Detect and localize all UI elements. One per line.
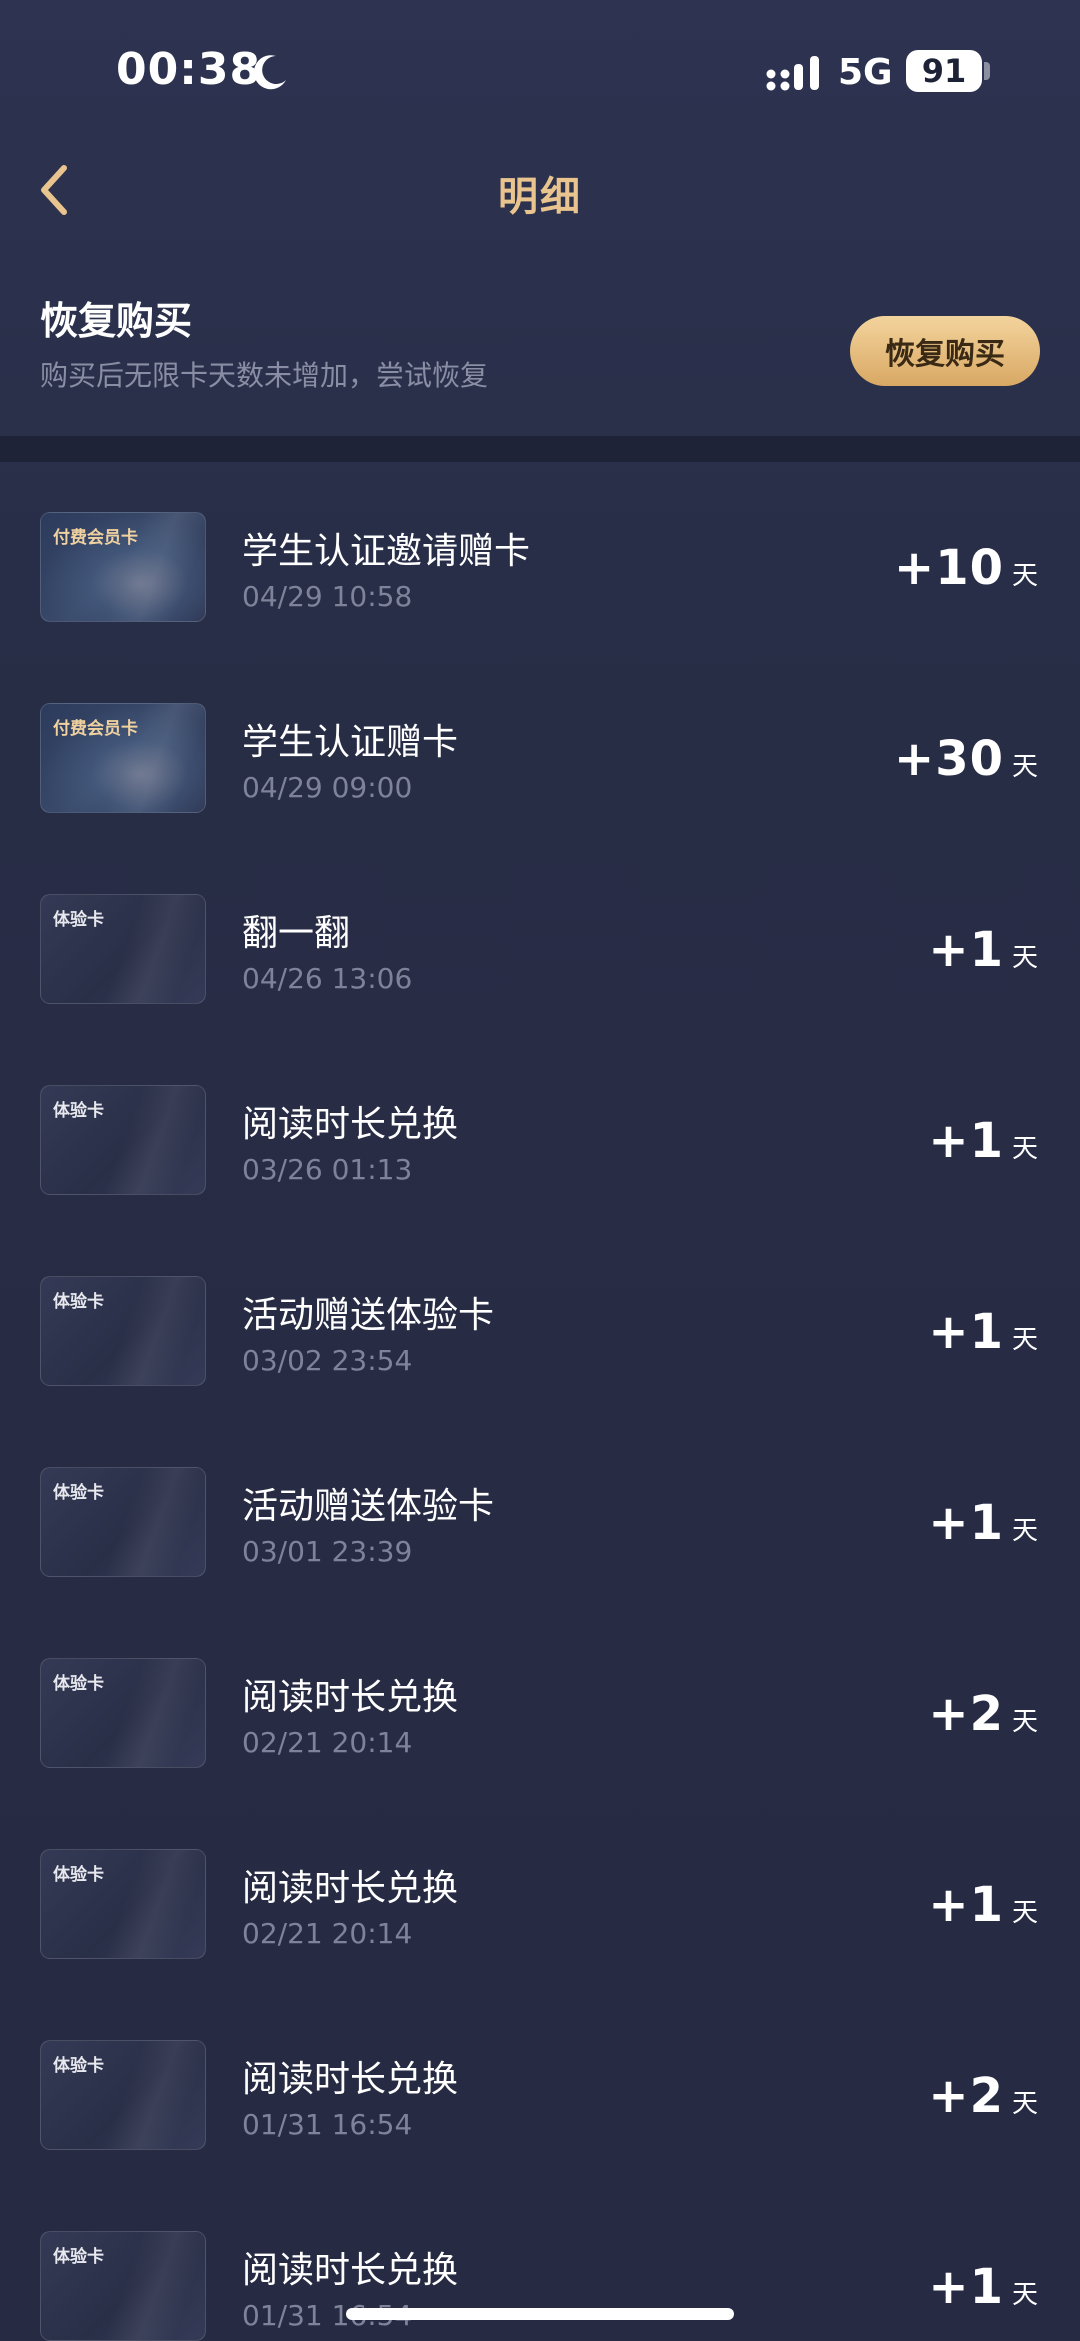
amount-value: +1 xyxy=(928,1877,1004,1933)
list-item[interactable]: 体验卡 翻一翻 04/26 13:06 +1 天 xyxy=(0,844,1080,1035)
card-type-label: 付费会员卡 xyxy=(53,719,138,739)
amount-unit: 天 xyxy=(1011,943,1038,973)
item-title: 活动赠送体验卡 xyxy=(242,1486,495,1527)
item-title: 阅读时长兑换 xyxy=(242,2059,459,2100)
item-title: 学生认证邀请赠卡 xyxy=(242,531,531,572)
amount-unit: 天 xyxy=(1011,1516,1038,1546)
home-indicator[interactable] xyxy=(346,2308,734,2320)
item-date: 04/29 09:00 xyxy=(242,771,413,804)
battery-indicator: 91 xyxy=(906,50,982,92)
item-title: 学生认证赠卡 xyxy=(242,722,459,763)
card-thumbnail: 体验卡 xyxy=(40,1276,206,1386)
item-amount: +30 天 xyxy=(894,731,1038,787)
item-date: 03/01 23:39 xyxy=(242,1535,413,1568)
card-thumbnail: 体验卡 xyxy=(40,1467,206,1577)
card-type-label: 体验卡 xyxy=(53,1865,104,1885)
amount-unit: 天 xyxy=(1011,561,1038,591)
amount-value: +1 xyxy=(928,2259,1004,2315)
item-date: 02/21 20:14 xyxy=(242,1917,413,1950)
amount-unit: 天 xyxy=(1011,2089,1038,2119)
item-amount: +1 天 xyxy=(928,1304,1038,1360)
card-type-label: 体验卡 xyxy=(53,1674,104,1694)
screen: 00:38 5G 91 明细 恢复购买 购买后无限卡天数未增加，尝试恢复 恢复购… xyxy=(0,0,1080,2341)
item-date: 03/26 01:13 xyxy=(242,1153,413,1186)
detail-list: 付费会员卡 学生认证邀请赠卡 04/29 10:58 +10 天 付费会员卡 学… xyxy=(0,462,1080,2341)
card-thumbnail: 体验卡 xyxy=(40,1085,206,1195)
card-thumbnail: 付费会员卡 xyxy=(40,703,206,813)
amount-value: +1 xyxy=(928,1495,1004,1551)
item-date: 03/02 23:54 xyxy=(242,1344,413,1377)
card-type-label: 体验卡 xyxy=(53,1101,104,1121)
battery-tip xyxy=(984,62,990,80)
item-amount: +10 天 xyxy=(894,540,1038,596)
amount-value: +2 xyxy=(928,2068,1004,2124)
battery-level: 91 xyxy=(921,52,967,90)
amount-unit: 天 xyxy=(1011,2280,1038,2310)
item-date: 01/31 16:54 xyxy=(242,2108,413,2141)
amount-value: +1 xyxy=(928,922,1004,978)
item-title: 阅读时长兑换 xyxy=(242,1868,459,1909)
restore-subtitle: 购买后无限卡天数未增加，尝试恢复 xyxy=(40,359,489,392)
amount-unit: 天 xyxy=(1011,1134,1038,1164)
card-type-label: 体验卡 xyxy=(53,910,104,930)
signal-icon xyxy=(766,56,819,91)
list-item[interactable]: 体验卡 阅读时长兑换 01/31 16:54 +2 天 xyxy=(0,1990,1080,2181)
list-item[interactable]: 体验卡 活动赠送体验卡 03/01 23:39 +1 天 xyxy=(0,1417,1080,1608)
list-item[interactable]: 体验卡 阅读时长兑换 03/26 01:13 +1 天 xyxy=(0,1035,1080,1226)
amount-unit: 天 xyxy=(1011,1898,1038,1928)
section-divider xyxy=(0,436,1080,462)
amount-value: +1 xyxy=(928,1304,1004,1360)
amount-unit: 天 xyxy=(1011,1707,1038,1737)
item-amount: +1 天 xyxy=(928,2259,1038,2315)
item-amount: +1 天 xyxy=(928,1495,1038,1551)
card-thumbnail: 体验卡 xyxy=(40,2231,206,2341)
item-amount: +1 天 xyxy=(928,922,1038,978)
amount-unit: 天 xyxy=(1011,752,1038,782)
item-amount: +2 天 xyxy=(928,1686,1038,1742)
item-amount: +1 天 xyxy=(928,1877,1038,1933)
item-title: 阅读时长兑换 xyxy=(242,2250,459,2291)
item-date: 04/26 13:06 xyxy=(242,962,413,995)
restore-purchase-button[interactable]: 恢复购买 xyxy=(850,316,1040,386)
item-amount: +2 天 xyxy=(928,2068,1038,2124)
card-thumbnail: 体验卡 xyxy=(40,894,206,1004)
amount-value: +30 xyxy=(893,731,1004,787)
status-bar: 00:38 5G 91 xyxy=(0,0,1080,140)
item-title: 阅读时长兑换 xyxy=(242,1677,459,1718)
page-title: 明细 xyxy=(498,174,582,220)
card-type-label: 体验卡 xyxy=(53,2056,104,2076)
card-thumbnail: 体验卡 xyxy=(40,1849,206,1959)
card-type-label: 体验卡 xyxy=(53,1483,104,1503)
item-date: 02/21 20:14 xyxy=(242,1726,413,1759)
card-thumbnail: 付费会员卡 xyxy=(40,512,206,622)
amount-value: +1 xyxy=(928,1113,1004,1169)
amount-value: +2 xyxy=(928,1686,1004,1742)
list-item[interactable]: 付费会员卡 学生认证邀请赠卡 04/29 10:58 +10 天 xyxy=(0,462,1080,653)
list-item[interactable]: 体验卡 活动赠送体验卡 03/02 23:54 +1 天 xyxy=(0,1226,1080,1417)
card-thumbnail: 体验卡 xyxy=(40,2040,206,2150)
network-label: 5G xyxy=(838,52,893,93)
item-amount: +1 天 xyxy=(928,1113,1038,1169)
restore-title: 恢复购买 xyxy=(40,299,193,343)
list-item[interactable]: 体验卡 阅读时长兑换 02/21 20:14 +1 天 xyxy=(0,1799,1080,1990)
card-type-label: 付费会员卡 xyxy=(53,528,138,548)
list-item[interactable]: 体验卡 阅读时长兑换 02/21 20:14 +2 天 xyxy=(0,1608,1080,1799)
amount-unit: 天 xyxy=(1011,1325,1038,1355)
moon-icon xyxy=(253,55,286,90)
status-time: 00:38 xyxy=(116,44,262,95)
restore-section: 恢复购买 购买后无限卡天数未增加，尝试恢复 恢复购买 xyxy=(0,280,1080,440)
item-date: 04/29 10:58 xyxy=(242,580,413,613)
item-title: 活动赠送体验卡 xyxy=(242,1295,495,1336)
item-title: 翻一翻 xyxy=(242,913,351,954)
card-thumbnail: 体验卡 xyxy=(40,1658,206,1768)
amount-value: +10 xyxy=(893,540,1004,596)
card-type-label: 体验卡 xyxy=(53,1292,104,1312)
card-type-label: 体验卡 xyxy=(53,2247,104,2267)
list-item[interactable]: 付费会员卡 学生认证赠卡 04/29 09:00 +30 天 xyxy=(0,653,1080,844)
item-title: 阅读时长兑换 xyxy=(242,1104,459,1145)
